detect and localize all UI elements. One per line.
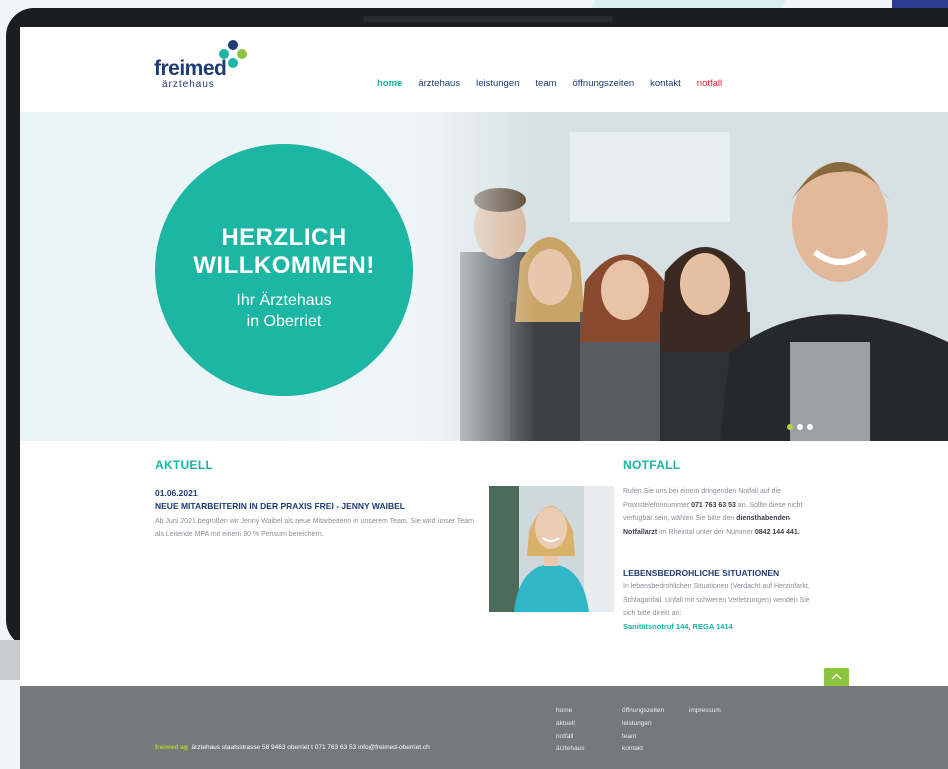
footer-link-oeffnungszeiten[interactable]: öffnungszeiten <box>622 705 664 718</box>
main-nav: home ärztehaus leistungen team öffnungsz… <box>377 78 722 89</box>
nav-home[interactable]: home <box>377 78 402 89</box>
news-staff-photo <box>489 486 614 612</box>
footer: freimed ag ärztehaus staatsstrasse 58 94… <box>20 686 948 769</box>
nav-leistungen[interactable]: leistungen <box>476 78 519 89</box>
logo[interactable]: freimed ärztehaus <box>154 39 254 90</box>
life-threatening-text: In lebensbedrohlichen Situationen (Verda… <box>623 583 810 617</box>
footer-link-home[interactable]: home <box>556 705 585 718</box>
website-screen: freimed ärztehaus home ärztehaus leistun… <box>20 27 948 769</box>
footer-link-kontakt[interactable]: kontakt <box>622 743 664 756</box>
welcome-circle: HERZLICH WILLKOMMEN! Ihr Ärztehaus in Ob… <box>155 144 413 396</box>
footer-contact: ärztehaus staatsstrasse 58 9463 oberriet… <box>191 744 430 751</box>
logo-wordmark: freimed <box>154 57 227 80</box>
life-threatening-heading: LEBENSBEDROHLICHE SITUATIONEN <box>623 568 780 578</box>
hero-team-photo <box>420 112 948 441</box>
footer-link-impressum[interactable]: impressum <box>689 705 721 718</box>
footer-link-team[interactable]: team <box>622 731 664 744</box>
logo-subtitle: ärztehaus <box>162 79 215 90</box>
nav-kontakt[interactable]: kontakt <box>650 78 681 89</box>
news-date: 01.06.2021 <box>155 488 198 498</box>
slider-pagination <box>787 424 813 430</box>
news-heading: AKTUELL <box>155 458 214 472</box>
news-body: Ab Juni 2021 begrüßen wir Jenny Waibel a… <box>155 518 474 538</box>
footer-brand: freimed ag <box>155 744 188 751</box>
emergency-text: Rufen Sie uns bei einem dringenden Notfa… <box>623 485 818 539</box>
laptop-base <box>0 640 22 680</box>
welcome-sub-line1: Ihr Ärztehaus <box>236 292 332 309</box>
slider-dot-3[interactable] <box>807 424 813 430</box>
emergency-text-part: im Rheintal unter der Nummer <box>657 528 755 536</box>
nav-team[interactable]: team <box>535 78 556 89</box>
nav-oeffnungszeiten[interactable]: öffnungszeiten <box>573 78 635 89</box>
slider-dot-2[interactable] <box>797 424 803 430</box>
back-to-top-button[interactable] <box>824 668 849 686</box>
emergency-heading: NOTFALL <box>623 458 681 472</box>
footer-links-col1: home aktuell notfall ärztehaus <box>556 705 585 756</box>
practice-phone[interactable]: 071 763 63 53 <box>691 502 736 509</box>
footer-link-aerztehaus[interactable]: ärztehaus <box>556 743 585 756</box>
footer-links-col2: öffnungszeiten leistungen team kontakt <box>622 705 664 756</box>
welcome-heading: HERZLICH WILLKOMMEN! <box>155 224 413 280</box>
emergency-doctor-phone[interactable]: 0842 144 441. <box>755 529 800 536</box>
hero-slider: HERZLICH WILLKOMMEN! Ihr Ärztehaus in Ob… <box>20 112 948 441</box>
footer-link-aktuell[interactable]: aktuell <box>556 718 585 731</box>
news-title[interactable]: NEUE MITARBEITERIN IN DER PRAXIS FREI - … <box>155 501 405 511</box>
slider-dot-1[interactable] <box>787 424 793 430</box>
welcome-heading-line2: WILLKOMMEN! <box>193 252 375 279</box>
nav-aerztehaus[interactable]: ärztehaus <box>418 78 460 89</box>
footer-link-leistungen[interactable]: leistungen <box>622 718 664 731</box>
footer-links-col3: impressum <box>689 705 721 718</box>
welcome-subheading: Ihr Ärztehaus in Oberriet <box>155 290 413 332</box>
chevron-up-icon <box>831 673 842 680</box>
emergency-call-numbers[interactable]: Sanitätsnotruf 144, REGA 1414 <box>623 622 733 631</box>
nav-notfall[interactable]: notfall <box>697 78 722 89</box>
footer-link-notfall[interactable]: notfall <box>556 731 585 744</box>
laptop-camera-bar <box>363 16 613 22</box>
welcome-heading-line1: HERZLICH <box>221 224 347 251</box>
welcome-sub-line2: in Oberriet <box>246 313 322 330</box>
footer-address: freimed ag ärztehaus staatsstrasse 58 94… <box>155 744 430 751</box>
